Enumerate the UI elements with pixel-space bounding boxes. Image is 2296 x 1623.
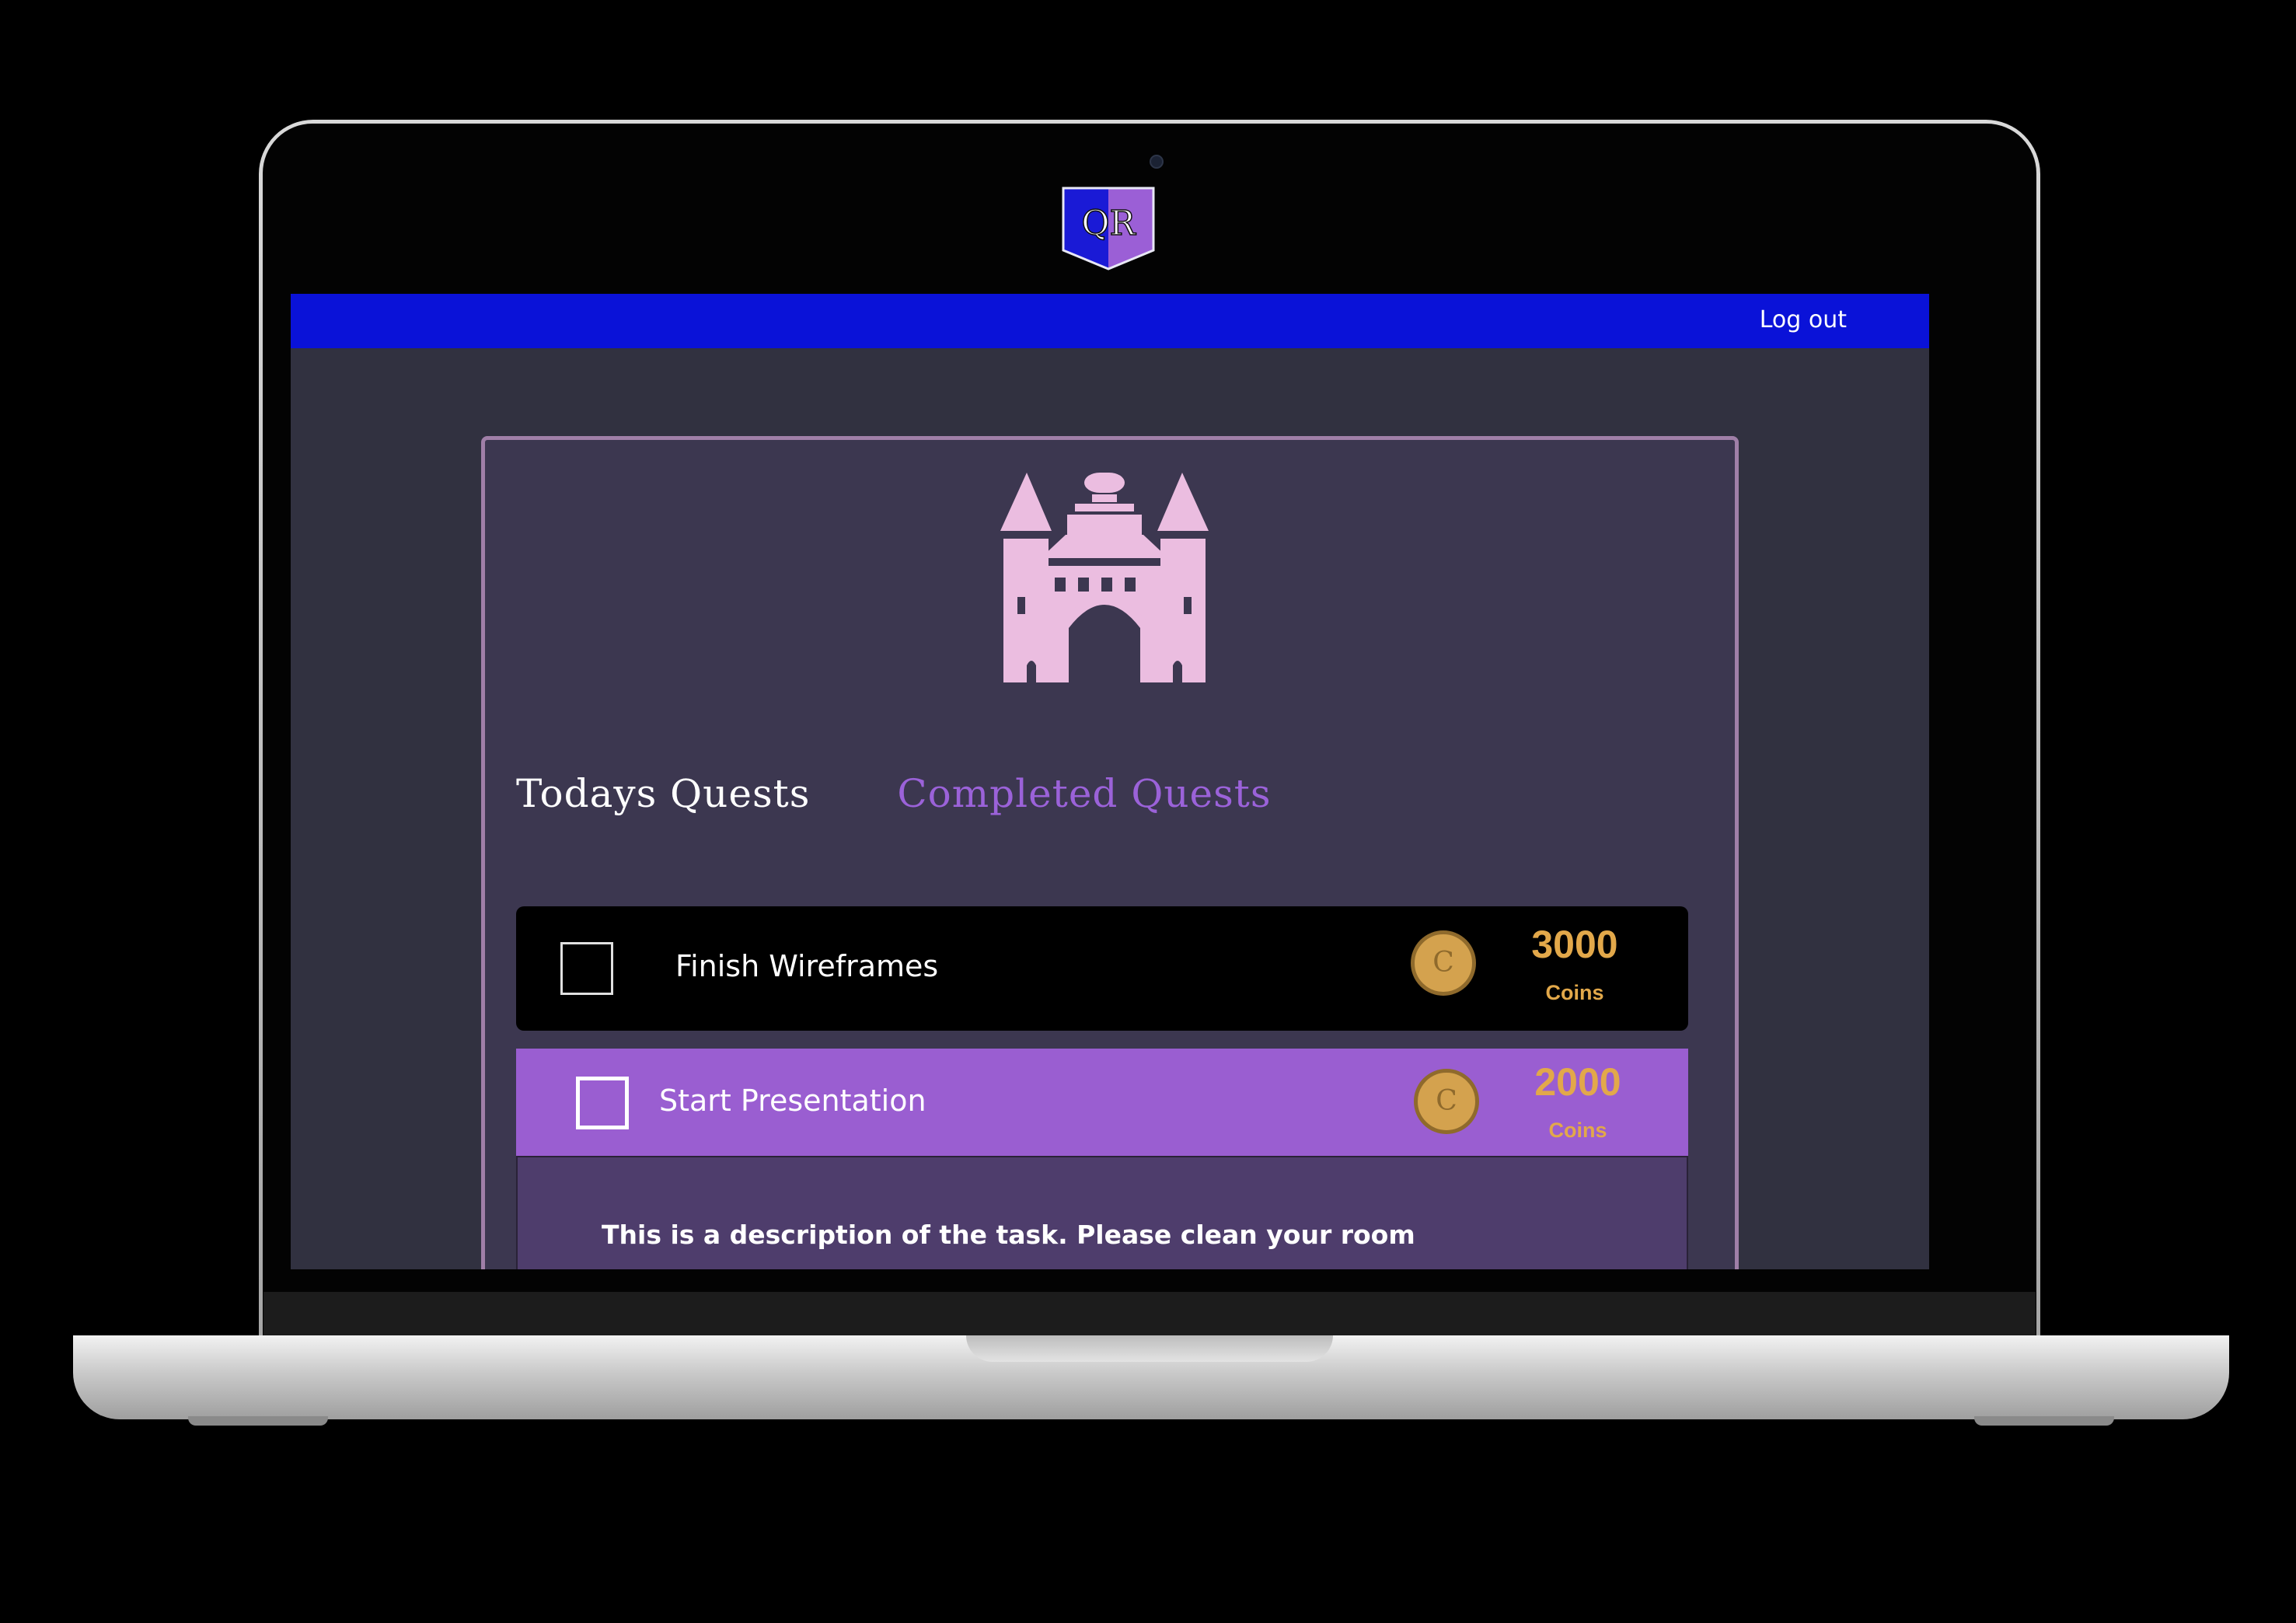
laptop-hinge: [263, 1292, 2036, 1337]
quest-title: Finish Wireframes: [675, 949, 939, 983]
quest-title: Start Presentation: [659, 1084, 926, 1118]
coin-icon: C: [1414, 1069, 1479, 1134]
quest-coin-unit: Coins: [1545, 981, 1604, 1004]
quest-coin-amount: 2000: [1534, 1060, 1621, 1104]
app-screen: Log out Todays Quests Completed Quests F…: [291, 294, 1929, 1269]
camera-icon: [1150, 155, 1164, 169]
quest-coin-unit: Coins: [1548, 1119, 1607, 1142]
tab-todays-quests[interactable]: Todays Quests: [516, 766, 810, 821]
laptop-foot: [1974, 1416, 2114, 1426]
quest-item[interactable]: Finish Wireframes C 3000 Coins: [516, 906, 1688, 1031]
top-nav-bar: Log out: [291, 294, 1929, 348]
tab-completed-quests[interactable]: Completed Quests: [897, 766, 1271, 821]
coin-icon: C: [1411, 930, 1476, 996]
logo-text: QR: [1081, 204, 1136, 243]
quest-description-panel: This is a description of the task. Pleas…: [516, 1156, 1688, 1269]
quest-checkbox[interactable]: [560, 942, 613, 995]
laptop-base: [73, 1335, 2229, 1419]
logout-button[interactable]: Log out: [1753, 303, 1853, 337]
quest-coin-amount: 3000: [1531, 923, 1618, 966]
laptop-notch: [966, 1335, 1333, 1362]
quest-tabs: Todays Quests Completed Quests: [516, 766, 1272, 821]
laptop-foot: [188, 1416, 328, 1426]
castle-icon: [1000, 473, 1209, 682]
logo-shield-icon: QR: [1062, 187, 1155, 270]
quest-description: This is a description of the task. Pleas…: [602, 1220, 1415, 1250]
quest-checkbox[interactable]: [576, 1077, 629, 1129]
quest-item-expanded[interactable]: Start Presentation C 2000 Coins: [516, 1049, 1688, 1156]
quest-panel: Todays Quests Completed Quests Finish Wi…: [481, 436, 1739, 1269]
